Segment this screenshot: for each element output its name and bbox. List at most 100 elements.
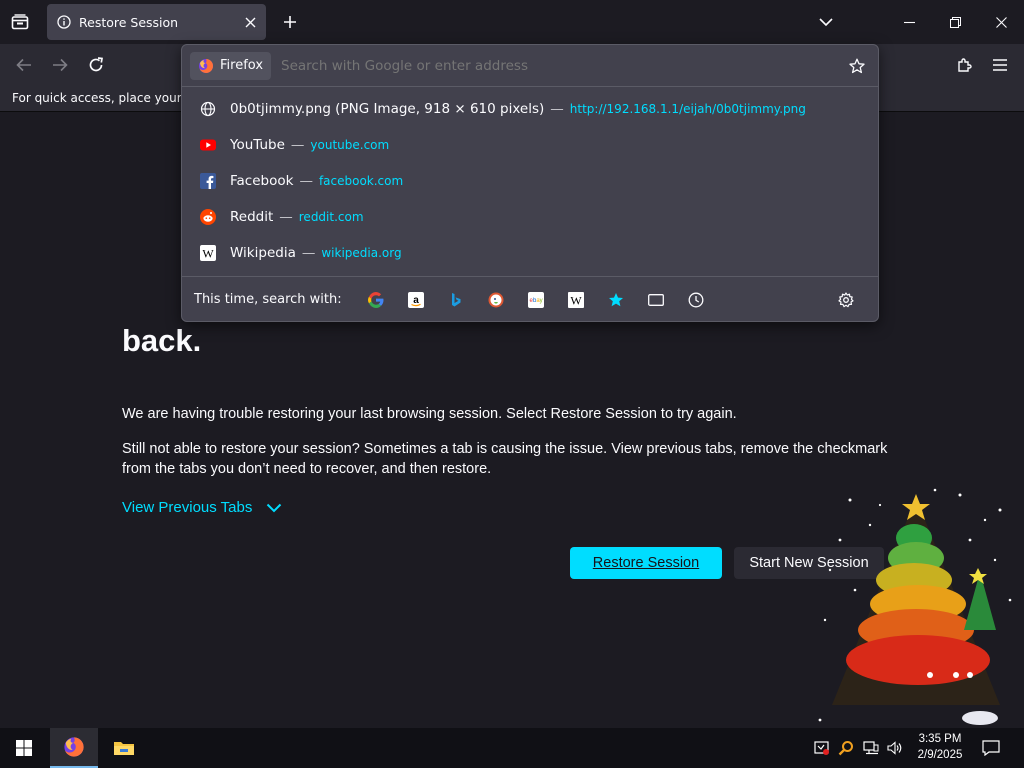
duckduckgo-icon (488, 292, 504, 307)
bing-icon (451, 292, 461, 306)
windows-logo-icon (16, 740, 32, 756)
view-previous-tabs-toggle[interactable]: View Previous Tabs (122, 499, 282, 516)
facebook-icon (200, 173, 216, 189)
hamburger-menu-icon (993, 59, 1007, 71)
result-url: reddit.com (298, 210, 364, 224)
engine-bing-button[interactable] (436, 286, 476, 314)
svg-text:a: a (413, 295, 419, 306)
restore-session-button[interactable]: Restore Session (570, 547, 722, 579)
star-icon (849, 58, 865, 73)
arrow-right-icon (53, 58, 68, 72)
puzzle-icon (958, 58, 972, 72)
search-bookmarks-button[interactable] (596, 286, 636, 314)
amazon-icon: a (407, 291, 424, 308)
arrow-left-icon (16, 58, 31, 72)
result-separator: — (290, 137, 305, 153)
restore-help-text: Still not able to restore your session? … (122, 441, 888, 477)
close-window-button[interactable] (978, 0, 1024, 44)
taskbar-clock[interactable]: 3:35 PM 2/9/2025 (910, 731, 970, 763)
taskbar-firefox[interactable] (50, 728, 98, 768)
youtube-icon (200, 137, 216, 153)
result-url: wikipedia.org (321, 246, 402, 260)
result-url: http://192.168.1.1/eijah/0b0tjimmy.png (569, 102, 806, 116)
search-tabs-button[interactable] (636, 286, 676, 314)
tray-search-icon[interactable] (836, 728, 856, 768)
tray-volume-icon[interactable] (884, 728, 906, 768)
close-icon (995, 16, 1007, 28)
result-title: Facebook (230, 173, 294, 189)
firefox-view-button[interactable] (6, 8, 34, 36)
urlbar-dropdown-panel: Firefox 0b0tjimmy.png (PNG Image, 918 × … (181, 44, 879, 322)
svg-text:W: W (202, 247, 214, 261)
restore-window-icon (949, 16, 961, 28)
view-previous-tabs-label: View Previous Tabs (122, 499, 253, 516)
urlbar-result-row[interactable]: Reddit — reddit.com (190, 200, 870, 234)
taskbar-file-explorer[interactable] (100, 728, 148, 768)
tabs-icon (647, 293, 664, 306)
reload-icon (89, 57, 103, 72)
result-separator: — (550, 101, 564, 117)
engine-amazon-button[interactable]: a (396, 286, 436, 314)
identity-box[interactable]: Firefox (190, 51, 272, 80)
tray-security-icon[interactable] (812, 728, 832, 768)
new-tab-button[interactable] (276, 8, 304, 36)
tray-network-icon[interactable] (860, 728, 882, 768)
action-center-button[interactable] (976, 728, 1006, 768)
result-url: youtube.com (310, 138, 390, 152)
plus-icon (284, 16, 296, 28)
restore-explanation: We are having trouble restoring your las… (122, 406, 737, 422)
identity-label: Firefox (220, 58, 264, 73)
tab-strip: Restore Session (0, 0, 1024, 44)
urlbar-result-row[interactable]: Facebook — facebook.com (190, 164, 870, 198)
page-heading-visible: back. (122, 322, 202, 358)
clock-time: 3:35 PM (918, 733, 962, 745)
firefox-view-icon (11, 14, 29, 30)
extensions-button[interactable] (949, 50, 979, 80)
list-all-tabs-button[interactable] (812, 8, 840, 36)
shield-icon (814, 741, 829, 755)
result-separator: — (301, 245, 316, 261)
app-menu-button[interactable] (985, 50, 1015, 80)
result-separator: — (279, 209, 293, 225)
result-title: Wikipedia (230, 245, 296, 261)
tab-close-button[interactable] (245, 17, 256, 28)
engine-duckduckgo-button[interactable] (476, 286, 516, 314)
close-icon (245, 17, 256, 27)
network-icon (863, 741, 879, 755)
google-icon (367, 291, 384, 308)
reload-button[interactable] (81, 50, 111, 80)
speaker-icon (887, 741, 902, 755)
oneoff-label: This time, search with: (194, 292, 342, 307)
wikipedia-icon: W (200, 245, 216, 261)
result-title: Reddit (230, 209, 274, 225)
info-icon (57, 15, 71, 29)
clock-date: 2/9/2025 (917, 749, 963, 761)
tab-title: Restore Session (79, 14, 179, 30)
engine-google-button[interactable] (356, 286, 396, 314)
wikipedia-icon: W (567, 291, 584, 308)
tab-restore-session[interactable]: Restore Session (47, 4, 266, 40)
search-history-button[interactable] (676, 286, 716, 314)
restore-window-button[interactable] (932, 0, 978, 44)
result-title: 0b0tjimmy.png (PNG Image, 918 × 610 pixe… (230, 101, 545, 117)
minimize-button[interactable] (886, 0, 932, 44)
start-button[interactable] (0, 728, 48, 768)
address-input[interactable] (281, 57, 844, 74)
search-oneoffs: This time, search with: a ebay W (182, 276, 878, 322)
result-url: facebook.com (318, 174, 404, 188)
urlbar-result-row[interactable]: 0b0tjimmy.png (PNG Image, 918 × 610 pixe… (190, 92, 870, 126)
engine-ebay-button[interactable]: ebay (516, 286, 556, 314)
back-button[interactable] (9, 50, 39, 80)
windows-taskbar: 3:35 PM 2/9/2025 (0, 728, 1024, 768)
urlbar: Firefox (182, 45, 878, 87)
chevron-down-icon (819, 17, 833, 26)
forward-button[interactable] (45, 50, 75, 80)
engine-wikipedia-button[interactable]: W (556, 286, 596, 314)
magnifier-icon (838, 741, 853, 756)
urlbar-result-row[interactable]: YouTube — youtube.com (190, 128, 870, 162)
search-settings-button[interactable] (826, 286, 866, 314)
bookmark-star-button[interactable] (844, 53, 870, 79)
gear-icon (838, 291, 854, 307)
urlbar-result-row[interactable]: W Wikipedia — wikipedia.org (190, 236, 870, 270)
start-new-session-button[interactable]: Start New Session (734, 547, 884, 579)
